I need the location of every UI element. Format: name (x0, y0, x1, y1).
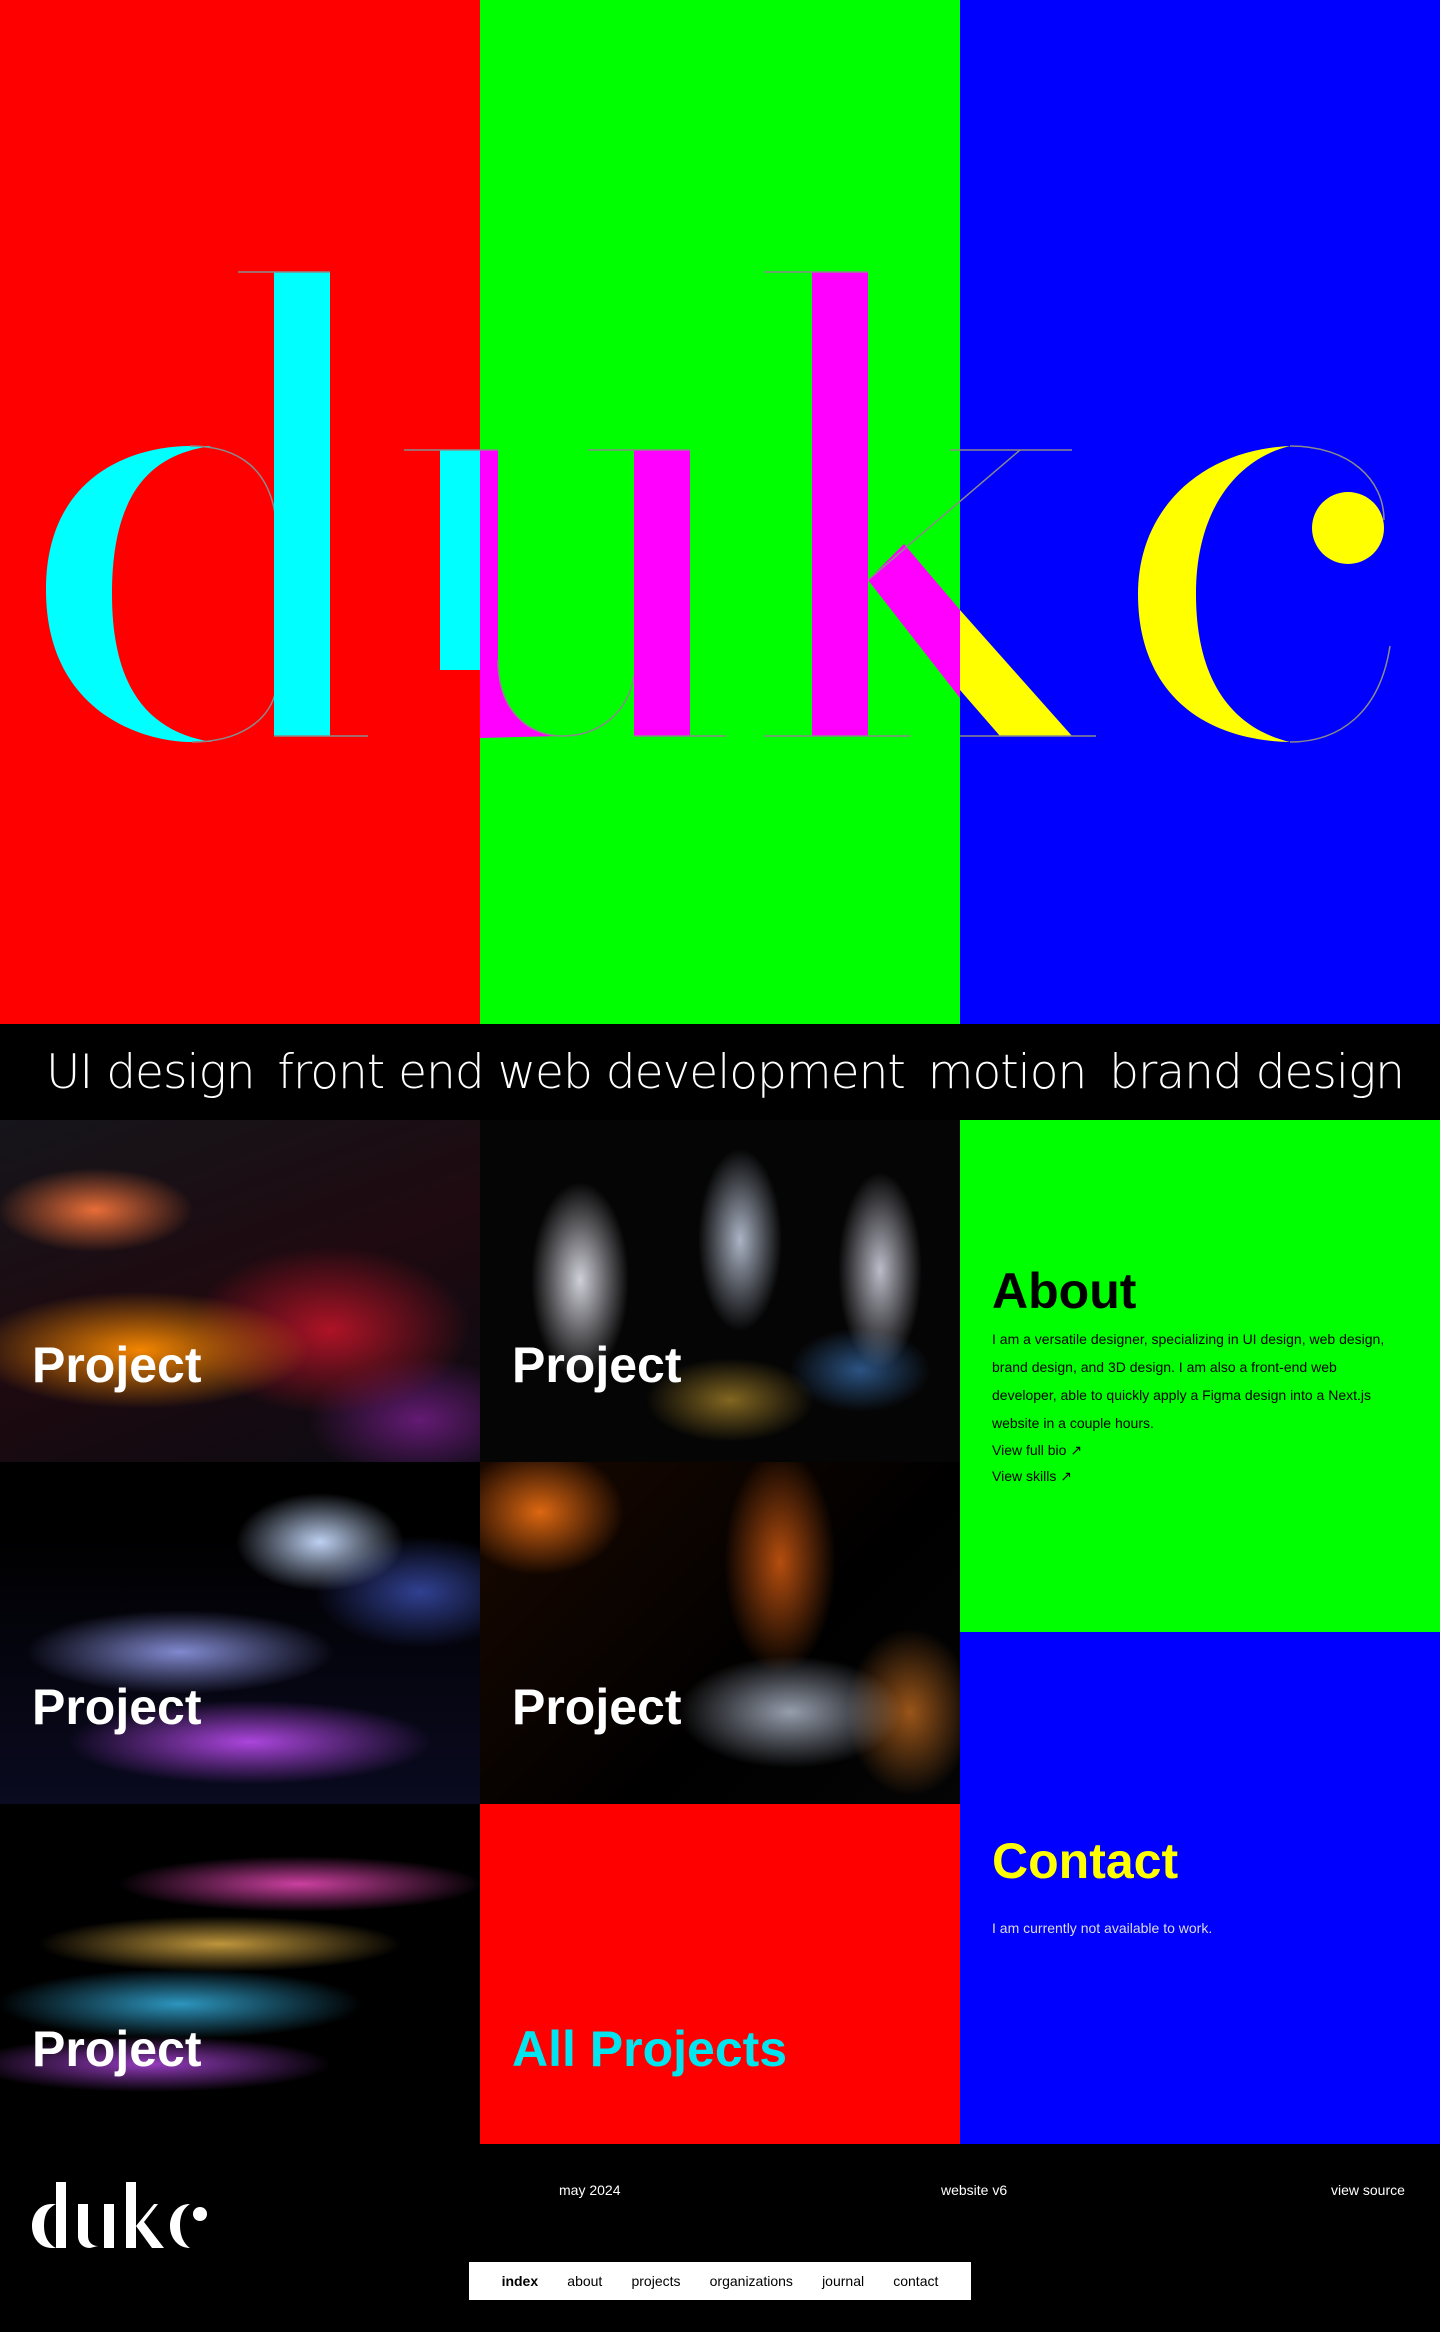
project-label: Project (32, 1679, 202, 1735)
about-title: About (992, 1263, 1137, 1319)
project-label: Project (32, 1337, 202, 1393)
service-ui-design: UI design (46, 1044, 255, 1100)
arrow-up-right-icon: ↗ (1060, 1468, 1072, 1484)
hero-letter-k (764, 271, 1096, 737)
about-section: About I am a versatile designer, special… (960, 1120, 1440, 1632)
project-tile-2[interactable]: Project (480, 1120, 960, 1462)
footer-logo[interactable] (30, 2164, 240, 2254)
contact-text: I am currently not available to work. (992, 1920, 1213, 1936)
hero (0, 0, 1440, 1024)
project-label: Project (512, 1679, 682, 1735)
nav-journal[interactable]: journal (822, 2273, 864, 2289)
about-text: I am a versatile designer, specializing … (992, 1331, 1385, 1431)
bottom-nav: index about projects organizations journ… (469, 2262, 971, 2300)
contact-title: Contact (992, 1833, 1179, 1889)
service-motion: motion (927, 1044, 1088, 1100)
project-tile-3[interactable]: Project (0, 1462, 480, 1804)
project-tile-4[interactable]: Project (480, 1462, 960, 1804)
nav-about[interactable]: about (567, 2273, 602, 2289)
footer-date: may 2024 (559, 2182, 621, 2198)
service-brand-design: brand design (1109, 1044, 1405, 1100)
hero-letter-e (1138, 445, 1391, 743)
all-projects-label: All Projects (512, 2021, 788, 2077)
hero-letter-u (404, 449, 726, 738)
all-projects-tile[interactable]: All Projects (480, 1804, 960, 2144)
footer: may 2024 website v6 view source index ab… (0, 2144, 1440, 2332)
service-front-end: front end web development (277, 1044, 905, 1100)
arrow-up-right-icon: ↗ (1070, 1442, 1083, 1458)
nav-contact[interactable]: contact (893, 2273, 938, 2289)
content-grid: Project Project About I am a versatile d… (0, 1120, 1440, 2144)
contact-section[interactable]: Contact I am currently not available to … (960, 1632, 1440, 2144)
hero-letter-d (46, 271, 368, 743)
project-tile-1[interactable]: Project (0, 1120, 480, 1462)
view-skills-link[interactable]: View skills ↗ (992, 1468, 1072, 1485)
project-label: Project (512, 1337, 682, 1393)
services-strip: UI design front end web development moti… (0, 1024, 1440, 1120)
nav-projects[interactable]: projects (631, 2273, 680, 2289)
nav-organizations[interactable]: organizations (710, 2273, 793, 2289)
nav-index[interactable]: index (502, 2273, 539, 2289)
view-full-bio-link[interactable]: View full bio ↗ (992, 1442, 1082, 1459)
footer-version: website v6 (941, 2182, 1008, 2198)
hero-wordmark (46, 271, 1391, 743)
project-tile-5[interactable]: Project (0, 1804, 480, 2144)
view-source-link[interactable]: view source (1331, 2182, 1405, 2198)
project-label: Project (32, 2021, 202, 2077)
